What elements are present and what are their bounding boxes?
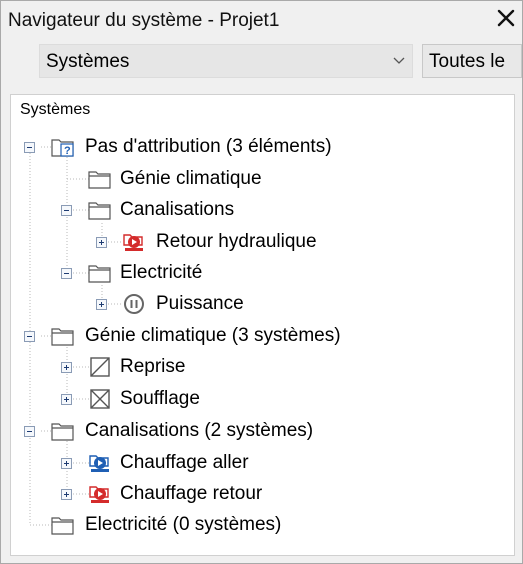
folder-icon	[51, 328, 74, 346]
collapse-toggle[interactable]	[24, 331, 35, 342]
tree-row-return-air[interactable]: Reprise	[11, 353, 516, 381]
tree-row-hvac[interactable]: Génie climatique (3 systèmes)	[11, 322, 516, 350]
tree-row-label: Electricité (0 systèmes)	[85, 514, 282, 535]
all-disciplines-button[interactable]: Toutes le	[422, 44, 522, 78]
tree-row-label: Soufflage	[120, 388, 200, 409]
expand-toggle[interactable]	[61, 362, 72, 373]
tree-row-piping-unassigned[interactable]: Canalisations	[11, 196, 516, 224]
tree-row-label: Canalisations	[120, 199, 235, 220]
expand-toggle[interactable]	[96, 299, 107, 310]
tree-row-power[interactable]: Puissance	[11, 290, 516, 318]
all-disciplines-label: Toutes le	[429, 51, 506, 72]
close-icon[interactable]	[495, 7, 517, 29]
folder-icon	[88, 202, 111, 220]
tree-row-heating-return[interactable]: Chauffage retour	[11, 480, 516, 508]
tree-row-label: Retour hydraulique	[156, 231, 317, 252]
tree-row-hydronic-return[interactable]: Retour hydraulique	[11, 228, 516, 256]
window-title: Navigateur du système - Projet1	[8, 10, 280, 31]
collapse-toggle[interactable]	[24, 426, 35, 437]
tree-row-label: Chauffage retour	[120, 483, 263, 504]
expand-toggle[interactable]	[61, 394, 72, 405]
tree-row-label: Pas d'attribution (3 éléments)	[85, 136, 332, 157]
tree-row-electrical[interactable]: Electricité (0 systèmes)	[11, 511, 516, 539]
tree-row-label: Génie climatique (3 systèmes)	[85, 325, 341, 346]
expand-toggle[interactable]	[61, 489, 72, 500]
tree-panel[interactable]: Systèmes ? Pas d'attribution (3 éléments…	[10, 94, 515, 556]
tree-row-heating-supply[interactable]: Chauffage aller	[11, 449, 516, 477]
heating-return-icon	[89, 486, 109, 503]
tree-row-label: Chauffage aller	[120, 452, 249, 473]
tree-row-hvac-unassigned[interactable]: Génie climatique	[11, 165, 516, 193]
folder-icon	[51, 423, 74, 441]
collapse-toggle[interactable]	[61, 205, 72, 216]
tree-row-electrical-unassigned[interactable]: Electricité	[11, 259, 516, 287]
tree-row-label: Puissance	[156, 293, 244, 314]
supply-air-icon	[90, 389, 110, 409]
folder-icon	[88, 171, 111, 189]
svg-text:?: ?	[64, 145, 71, 157]
tree-row-unassigned[interactable]: ? Pas d'attribution (3 éléments)	[11, 133, 516, 161]
title-bar[interactable]: Navigateur du système - Projet1	[1, 1, 522, 37]
folder-icon	[88, 265, 111, 283]
collapse-toggle[interactable]	[24, 142, 35, 153]
folder-icon	[51, 517, 74, 535]
return-air-icon	[90, 357, 110, 377]
expand-toggle[interactable]	[96, 237, 107, 248]
hydronic-return-icon	[123, 234, 143, 251]
tree-row-label: Reprise	[120, 356, 186, 377]
tree-row-label: Canalisations (2 systèmes)	[85, 420, 314, 441]
tree-row-label: Génie climatique	[120, 168, 262, 189]
unassigned-folder-icon: ?	[51, 139, 74, 157]
tree-row-supply-air[interactable]: Soufflage	[11, 385, 516, 413]
view-select-value: Systèmes	[46, 51, 130, 72]
tree-row-piping[interactable]: Canalisations (2 systèmes)	[11, 417, 516, 445]
system-browser-window: Navigateur du système - Projet1 Systèmes…	[0, 0, 523, 564]
power-icon	[124, 294, 144, 314]
tree-row-label: Electricité	[120, 262, 203, 283]
collapse-toggle[interactable]	[61, 268, 72, 279]
heating-supply-icon	[89, 455, 109, 472]
chevron-down-icon	[393, 57, 405, 64]
view-select[interactable]: Systèmes	[39, 44, 413, 78]
expand-toggle[interactable]	[61, 458, 72, 469]
